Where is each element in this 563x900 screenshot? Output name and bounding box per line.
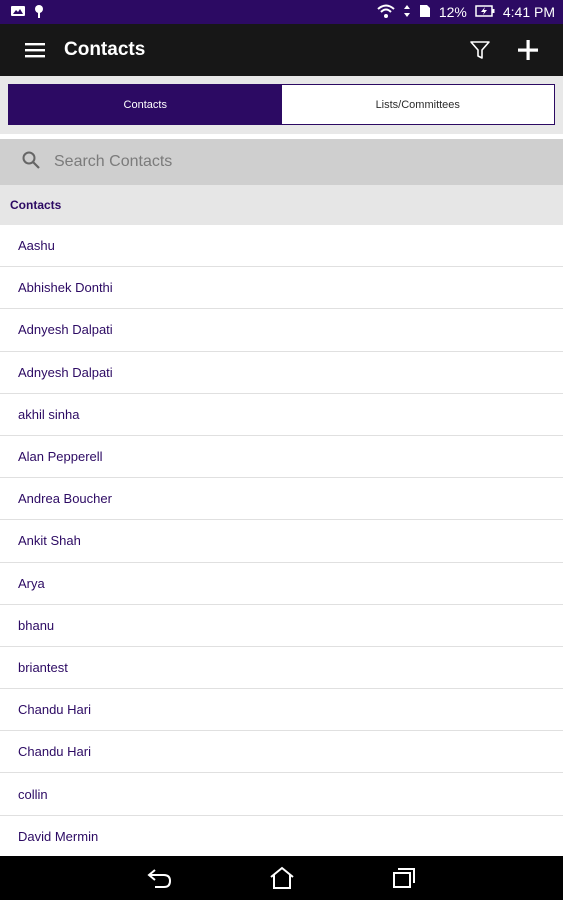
list-item[interactable]: Alan Pepperell [0, 436, 563, 479]
tab-bar: Contacts Lists/Committees [0, 76, 563, 134]
list-item[interactable]: Arya [0, 563, 563, 605]
battery-percent: 12% [438, 4, 467, 20]
system-nav-bar [0, 856, 563, 900]
status-bar: 12% 4:41 PM [0, 0, 563, 24]
status-time: 4:41 PM [502, 4, 555, 20]
list-item[interactable]: collin [0, 773, 563, 816]
location-pin-icon [34, 4, 44, 21]
list-item[interactable]: Ankit Shah [0, 520, 563, 563]
tab-contacts[interactable]: Contacts [9, 85, 282, 124]
list-item[interactable]: Andrea Boucher [0, 478, 563, 521]
filter-icon[interactable] [463, 33, 497, 67]
list-item[interactable]: David Mermin [0, 816, 563, 856]
battery-charging-icon [475, 4, 495, 20]
image-notification-icon [10, 4, 26, 20]
search-input[interactable] [54, 153, 504, 171]
list-item[interactable]: Adnyesh Dalpati [0, 309, 563, 352]
signal-arrows-icon [403, 4, 411, 21]
sim-card-icon [419, 4, 431, 21]
tab-lists-committees[interactable]: Lists/Committees [282, 85, 555, 124]
back-icon[interactable] [140, 858, 180, 898]
list-item[interactable]: akhil sinha [0, 394, 563, 436]
list-item[interactable]: Abhishek Donthi [0, 267, 563, 310]
list-item[interactable]: briantest [0, 647, 563, 690]
list-item[interactable]: bhanu [0, 605, 563, 647]
list-item[interactable]: Chandu Hari [0, 731, 563, 774]
wifi-icon [377, 4, 395, 21]
add-icon[interactable] [511, 33, 545, 67]
home-icon[interactable] [262, 858, 302, 898]
menu-icon[interactable] [0, 24, 70, 76]
search-icon [22, 151, 40, 174]
search-bar [0, 139, 563, 185]
list-item[interactable]: Chandu Hari [0, 689, 563, 732]
recent-apps-icon[interactable] [384, 858, 424, 898]
list-item[interactable]: Aashu [0, 225, 563, 268]
page-title: Contacts [64, 39, 146, 60]
app-bar: Contacts [0, 24, 563, 76]
section-header: Contacts [0, 185, 563, 225]
list-item[interactable]: Adnyesh Dalpati [0, 352, 563, 394]
contact-list: Aashu Abhishek Donthi Adnyesh Dalpati Ad… [0, 225, 563, 856]
